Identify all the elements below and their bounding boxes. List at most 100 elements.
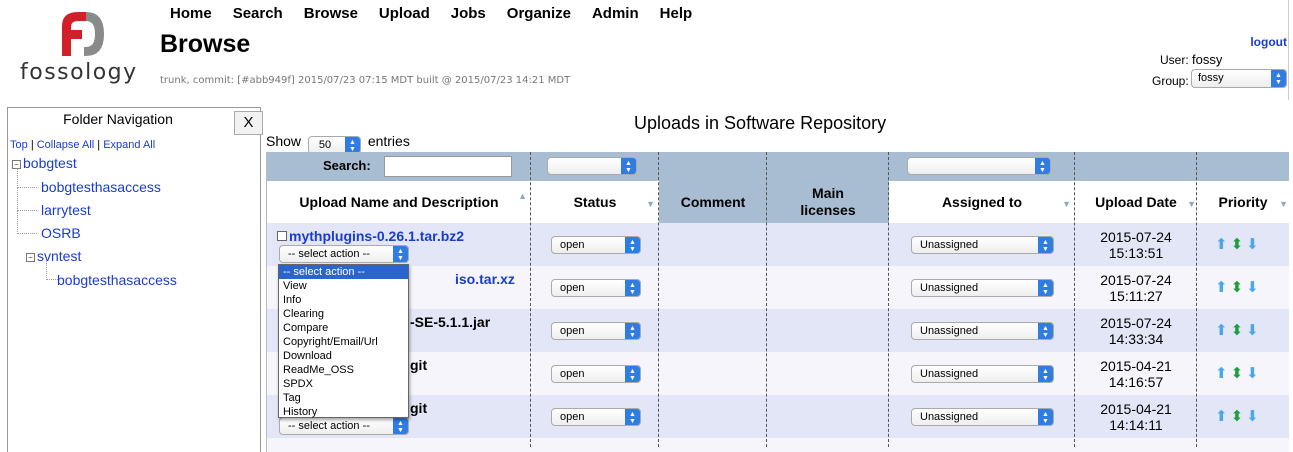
col-comment: Comment: [659, 181, 767, 223]
arrow-down-icon[interactable]: ⬇: [1246, 408, 1262, 425]
row-assignee-select[interactable]: Unassigned ▲ ▼: [911, 408, 1054, 426]
action-option-info[interactable]: Info: [279, 293, 408, 307]
menu-jobs[interactable]: Jobs: [451, 5, 486, 22]
row-assignee-select[interactable]: Unassigned ▲ ▼: [911, 279, 1054, 297]
build-info: trunk, commit: [#abb949f] 2015/07/23 07:…: [160, 75, 571, 86]
table-row: [267, 438, 1289, 452]
search-input[interactable]: [384, 156, 512, 177]
group-label: Group:: [1152, 74, 1189, 88]
upload-name-link[interactable]: iso.tar.xz: [455, 271, 515, 287]
tree-item-svntest-bobgtesthasaccess[interactable]: bobgtesthasaccess: [57, 272, 177, 288]
arrow-updown-icon[interactable]: ⬍: [1231, 322, 1247, 339]
priority-controls: ⬆⬍⬇: [1215, 278, 1262, 296]
action-option-copyright[interactable]: Copyright/Email/Url: [279, 335, 408, 349]
tree-item-osrb[interactable]: OSRB: [41, 225, 81, 241]
row-status-select[interactable]: open ▲ ▼: [551, 408, 641, 426]
col-assigned-to[interactable]: Assigned to ▼: [889, 181, 1075, 223]
menu-organize[interactable]: Organize: [507, 5, 571, 22]
row-status-select[interactable]: open ▲ ▼: [551, 236, 641, 254]
col-priority[interactable]: Priority ▼: [1197, 181, 1289, 223]
row-checkbox[interactable]: [277, 231, 287, 241]
tree-item-larrytest[interactable]: larrytest: [41, 202, 91, 218]
arrow-down-icon[interactable]: ⬇: [1246, 236, 1262, 253]
col-upload-date[interactable]: Upload Date ▼: [1075, 181, 1197, 223]
upload-date: 2015-07-24 14:33:34: [1100, 315, 1172, 347]
row-status-select[interactable]: open ▲ ▼: [551, 279, 641, 297]
action-option-clearing[interactable]: Clearing: [279, 307, 408, 321]
logout-link[interactable]: logout: [1250, 35, 1287, 49]
chevron-updown-icon: ▲ ▼: [1038, 237, 1053, 253]
col-status[interactable]: Status ▼: [531, 181, 659, 223]
folder-nav-close-button[interactable]: X: [234, 111, 263, 135]
arrow-updown-icon[interactable]: ⬍: [1231, 279, 1247, 296]
arrow-down-icon[interactable]: ⬇: [1246, 322, 1262, 339]
col-upload-name[interactable]: Upload Name and Description ▲: [267, 181, 531, 223]
action-option-view[interactable]: View: [279, 279, 408, 293]
collapse-icon[interactable]: −: [26, 253, 35, 262]
upload-name-link[interactable]: -SE-5.1.1.jar: [410, 314, 490, 330]
link-expand-all[interactable]: Expand All: [103, 139, 155, 151]
user-name: fossy: [1192, 52, 1223, 67]
action-option-spdx[interactable]: SPDX: [279, 377, 408, 391]
action-dropdown-list: -- select action -- View Info Clearing C…: [278, 264, 409, 418]
menu-browse[interactable]: Browse: [304, 5, 358, 22]
arrow-up-icon[interactable]: ⬆: [1215, 365, 1231, 382]
upload-date: 2015-07-24 15:11:27: [1100, 272, 1172, 304]
chevron-updown-icon: ▲ ▼: [1271, 70, 1286, 87]
action-option-history[interactable]: History: [279, 405, 408, 419]
show-entries: Show 50 ▲ ▼ entries: [266, 133, 410, 154]
action-option-readme-oss[interactable]: ReadMe_OSS: [279, 363, 408, 377]
status-filter-select[interactable]: ▲ ▼: [547, 157, 637, 175]
row-action-select[interactable]: -- select action -- ▲ ▼: [279, 417, 409, 435]
arrow-down-icon[interactable]: ⬇: [1246, 279, 1262, 296]
arrow-up-icon[interactable]: ⬆: [1215, 408, 1231, 425]
link-top[interactable]: Top: [10, 139, 28, 151]
logo-text: fossology: [20, 60, 138, 85]
column-divider: [766, 152, 767, 447]
menu-home[interactable]: Home: [170, 5, 212, 22]
arrow-updown-icon[interactable]: ⬍: [1231, 236, 1247, 253]
folder-nav-links: Top | Collapse All | Expand All: [10, 139, 156, 151]
action-option-compare[interactable]: Compare: [279, 321, 408, 335]
upload-name-link[interactable]: git: [410, 357, 427, 373]
upload-name-link[interactable]: git: [410, 400, 427, 416]
upload-name-link[interactable]: mythplugins-0.26.1.tar.bz2: [277, 228, 464, 244]
group-select[interactable]: fossy ▲ ▼: [1191, 69, 1287, 88]
link-collapse-all[interactable]: Collapse All: [37, 139, 94, 151]
row-assignee-select[interactable]: Unassigned ▲ ▼: [911, 322, 1054, 340]
chevron-updown-icon: ▲ ▼: [625, 366, 640, 382]
action-option-tag[interactable]: Tag: [279, 391, 408, 405]
action-option-select[interactable]: -- select action --: [279, 265, 408, 279]
priority-controls: ⬆⬍⬇: [1215, 235, 1262, 253]
menu-upload[interactable]: Upload: [379, 5, 430, 22]
table-row: -SE-5.1.1.jar open ▲ ▼ Unassigned ▲ ▼ 2015-0…: [267, 309, 1289, 352]
arrow-up-icon[interactable]: ⬆: [1215, 279, 1231, 296]
menu-search[interactable]: Search: [233, 5, 283, 22]
menu-help[interactable]: Help: [660, 5, 693, 22]
arrow-updown-icon[interactable]: ⬍: [1231, 408, 1247, 425]
arrow-down-icon[interactable]: ⬇: [1246, 365, 1262, 382]
chevron-updown-icon: ▲ ▼: [344, 137, 360, 153]
row-assignee-select[interactable]: Unassigned ▲ ▼: [911, 236, 1054, 254]
group-value: fossy: [1198, 72, 1224, 84]
tree-item-bobgtesthasaccess[interactable]: bobgtesthasaccess: [41, 179, 161, 195]
arrow-up-icon[interactable]: ⬆: [1215, 322, 1231, 339]
table-row: mythplugins-0.26.1.tar.bz2 -- select act…: [267, 223, 1289, 266]
col-main-licenses: Main licenses: [767, 181, 889, 223]
page-title: Browse: [160, 30, 251, 58]
row-status-select[interactable]: open ▲ ▼: [551, 322, 641, 340]
action-option-download[interactable]: Download: [279, 349, 408, 363]
menu-admin[interactable]: Admin: [592, 5, 639, 22]
upload-date: 2015-04-21 14:14:11: [1100, 401, 1172, 433]
folder-nav-title: Folder Navigation: [63, 111, 173, 127]
row-action-select[interactable]: -- select action -- ▲ ▼: [279, 245, 409, 263]
chevron-updown-icon: ▲ ▼: [625, 237, 640, 253]
row-assignee-select[interactable]: Unassigned ▲ ▼: [911, 365, 1054, 383]
column-divider: [530, 152, 531, 447]
upload-date: 2015-07-24 15:13:51: [1100, 229, 1172, 261]
row-status-select[interactable]: open ▲ ▼: [551, 365, 641, 383]
arrow-updown-icon[interactable]: ⬍: [1231, 365, 1247, 382]
assignee-filter-select[interactable]: ▲ ▼: [907, 157, 1051, 175]
priority-controls: ⬆⬍⬇: [1215, 407, 1262, 425]
arrow-up-icon[interactable]: ⬆: [1215, 236, 1231, 253]
